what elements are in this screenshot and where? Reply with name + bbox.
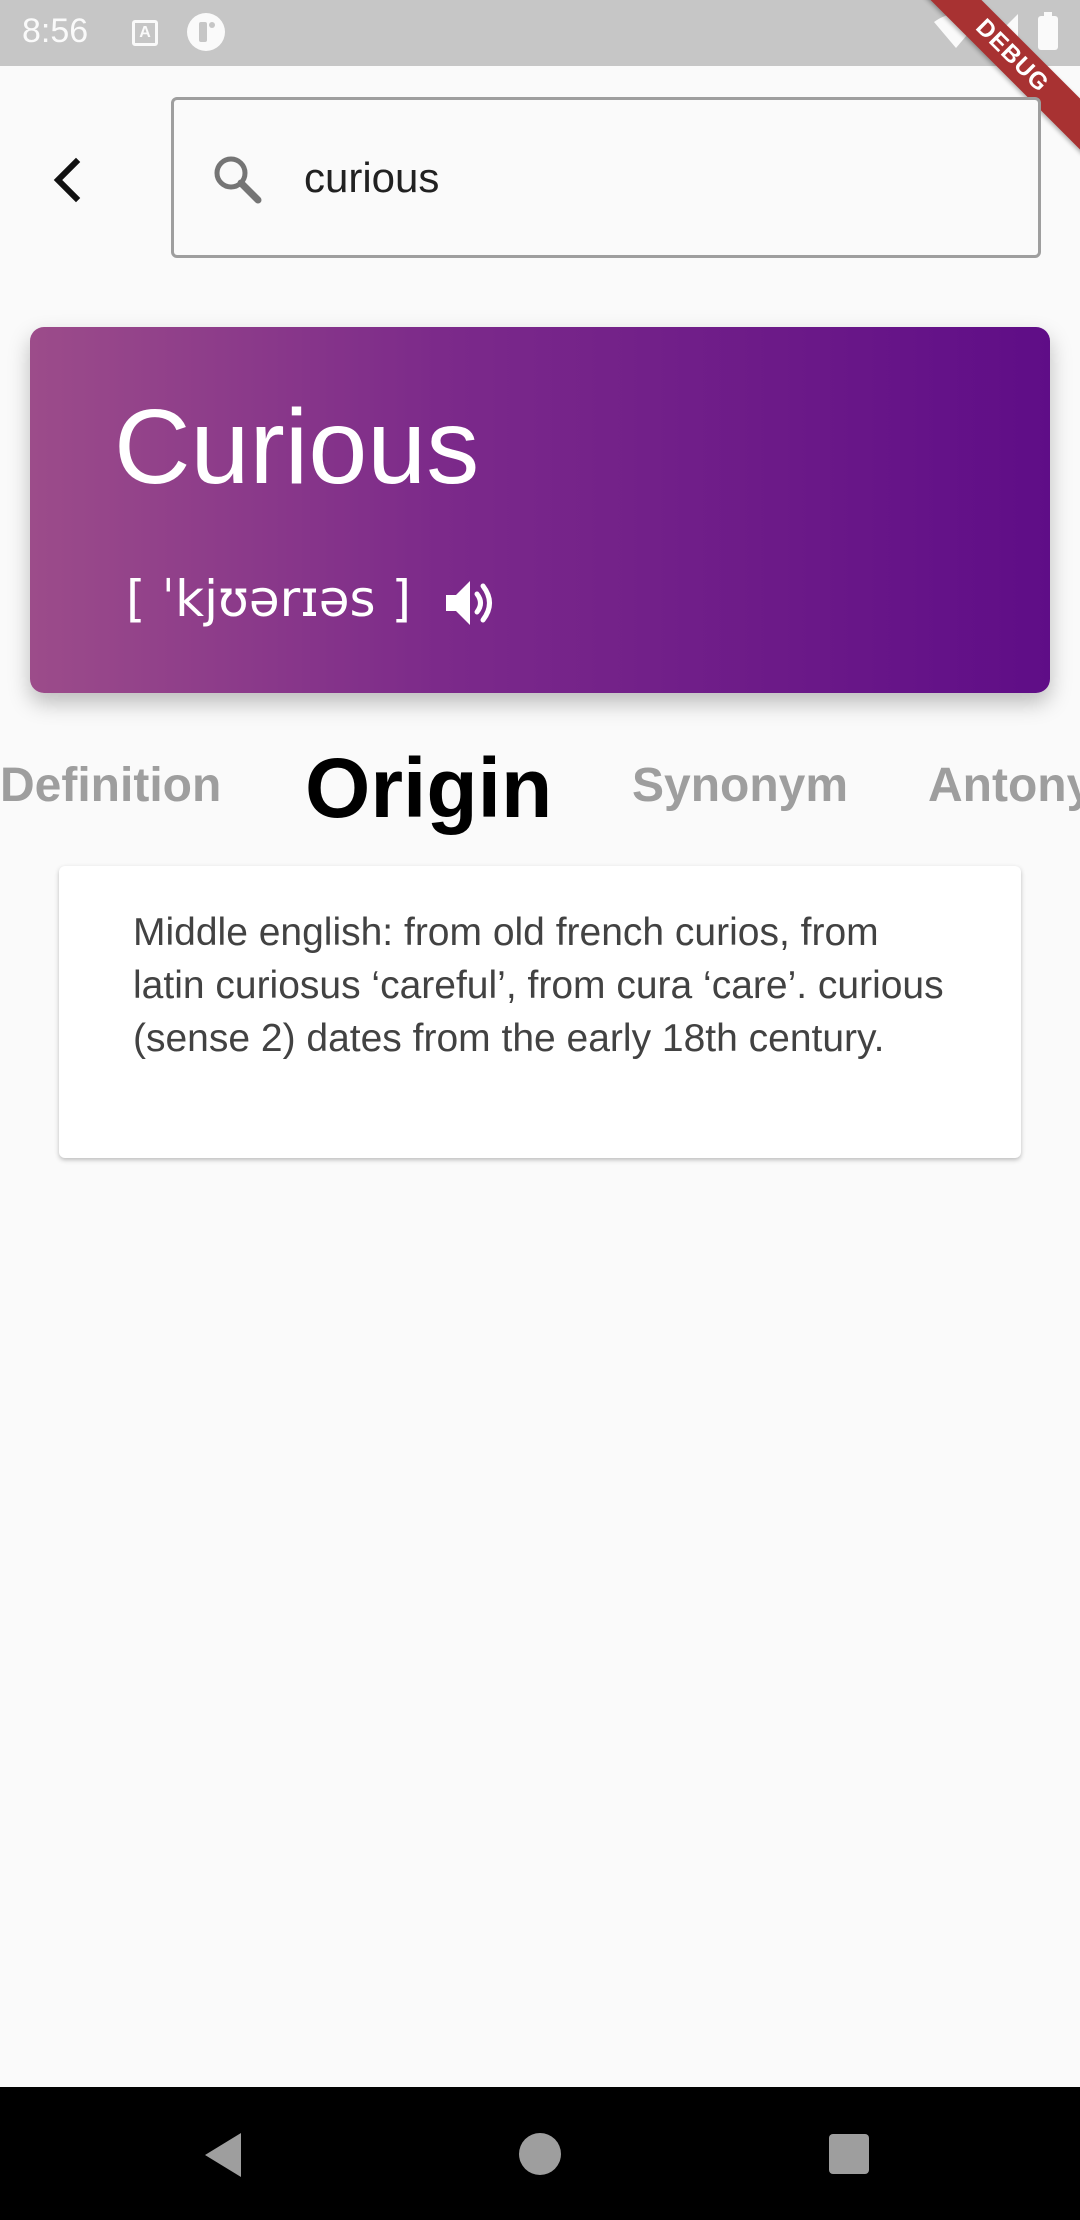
- home-circle-icon[interactable]: [519, 2133, 561, 2175]
- system-navigation-bar: [0, 2087, 1080, 2220]
- origin-text: Middle english: from old french curios, …: [133, 911, 944, 1060]
- tab-synonym[interactable]: Synonym: [632, 758, 848, 813]
- back-triangle-icon[interactable]: [205, 2133, 243, 2177]
- search-field[interactable]: [171, 97, 1041, 258]
- word-title: Curious: [114, 388, 480, 506]
- screen: 8:56 A DEBUG Curious [ ˈkjʊərɪəs ]: [0, 0, 1080, 2220]
- origin-content-card: Middle english: from old french curios, …: [59, 866, 1021, 1158]
- chevron-left-icon: [53, 157, 81, 203]
- p-notification-icon: [187, 13, 225, 51]
- tab-antonym[interactable]: Antony: [928, 758, 1080, 813]
- status-time: 8:56: [22, 12, 89, 50]
- phonetic-transcription: [ ˈkjʊərɪəs ]: [126, 570, 411, 628]
- tab-origin[interactable]: Origin: [305, 740, 552, 837]
- tab-definition[interactable]: Definition: [0, 758, 221, 813]
- word-header-card: Curious [ ˈkjʊərɪəs ]: [30, 327, 1050, 693]
- search-input[interactable]: [304, 148, 1004, 208]
- back-button[interactable]: [40, 150, 100, 210]
- recents-square-icon[interactable]: [829, 2134, 869, 2174]
- battery-icon: [1038, 12, 1058, 50]
- status-bar: 8:56 A: [0, 0, 1080, 66]
- a-notification-icon: A: [132, 20, 158, 46]
- search-icon: [214, 156, 262, 204]
- speaker-icon[interactable]: [440, 573, 500, 633]
